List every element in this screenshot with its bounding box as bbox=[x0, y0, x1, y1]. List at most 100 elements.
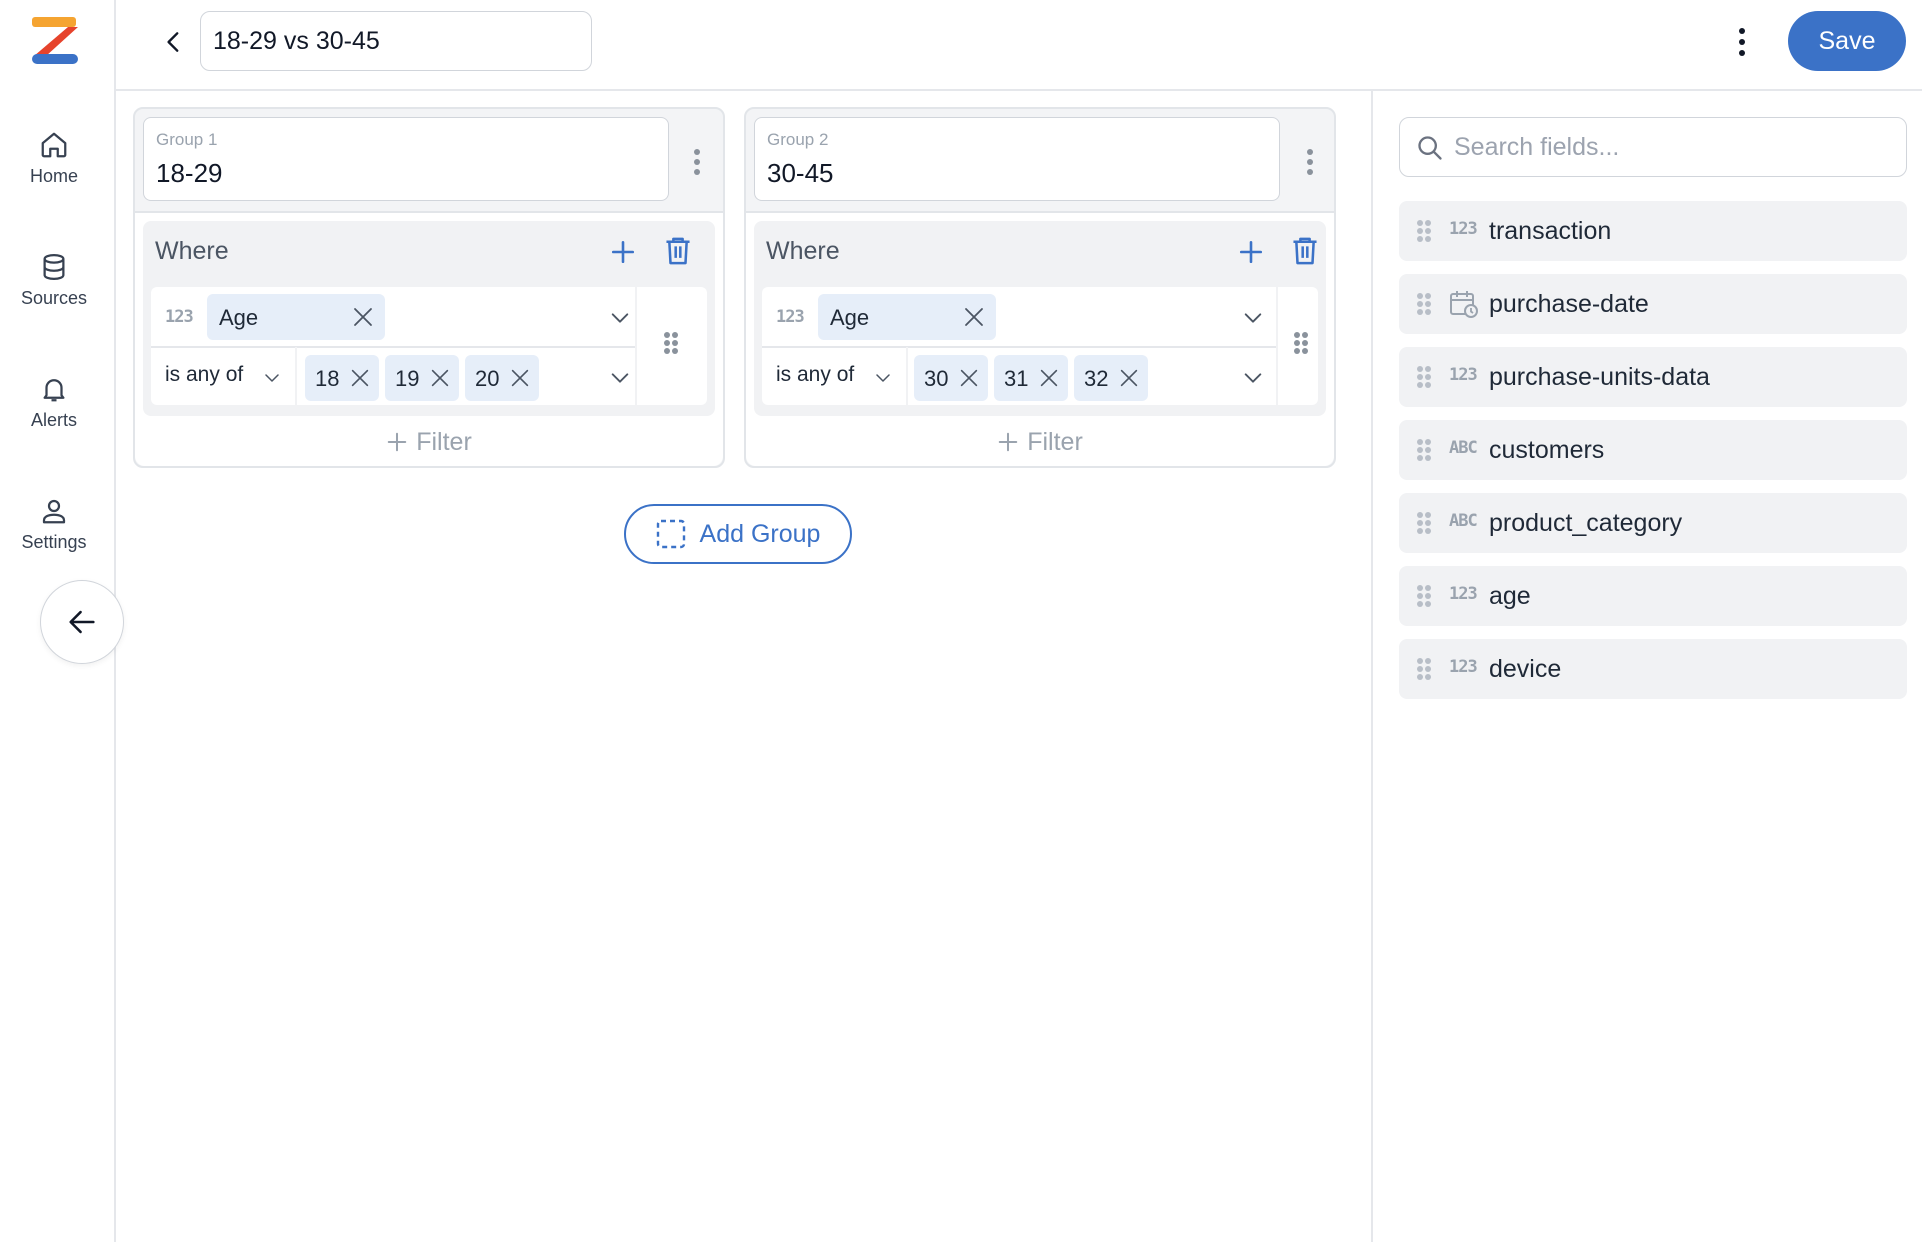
close-icon[interactable] bbox=[962, 305, 986, 329]
drag-handle-icon[interactable] bbox=[1417, 585, 1431, 607]
delete-condition-button[interactable] bbox=[1288, 233, 1322, 269]
drag-handle-icon[interactable] bbox=[1417, 220, 1431, 242]
value-chip-label: 31 bbox=[1004, 366, 1029, 391]
drag-handle-icon[interactable] bbox=[1417, 439, 1431, 461]
search-field[interactable] bbox=[1399, 117, 1907, 177]
field-name: device bbox=[1489, 655, 1562, 683]
drag-handle-icon[interactable] bbox=[1294, 332, 1308, 354]
divider bbox=[906, 347, 908, 405]
field-name: customers bbox=[1489, 436, 1605, 464]
add-condition-button[interactable] bbox=[606, 235, 640, 269]
close-icon[interactable] bbox=[349, 367, 371, 389]
nav-settings[interactable]: Settings bbox=[0, 496, 108, 553]
chevron-down-icon[interactable] bbox=[1242, 307, 1264, 329]
app-logo[interactable] bbox=[28, 14, 82, 68]
group-name[interactable]: 30-45 bbox=[767, 158, 834, 189]
nav-sources[interactable]: Sources bbox=[0, 252, 108, 309]
plus-icon bbox=[998, 432, 1018, 452]
close-icon[interactable] bbox=[351, 305, 375, 329]
operator-label: is any of bbox=[165, 363, 244, 386]
save-button[interactable]: Save bbox=[1788, 11, 1906, 71]
condition-row: 123 Age is any of 18 19 20 bbox=[151, 287, 707, 405]
field-item-age[interactable]: 123 age bbox=[1399, 566, 1907, 626]
field-item-transaction[interactable]: 123 transaction bbox=[1399, 201, 1907, 261]
where-label: Where bbox=[766, 237, 840, 265]
drag-handle-icon[interactable] bbox=[1417, 658, 1431, 680]
plus-icon bbox=[1239, 240, 1263, 264]
close-icon[interactable] bbox=[429, 367, 451, 389]
close-icon[interactable] bbox=[1118, 367, 1140, 389]
search-input[interactable] bbox=[1454, 132, 1874, 162]
field-chip: Age bbox=[818, 294, 996, 340]
chevron-down-icon[interactable] bbox=[609, 367, 631, 389]
filter-label: Filter bbox=[1027, 427, 1083, 456]
arrow-left-icon bbox=[69, 610, 95, 634]
field-name: transaction bbox=[1489, 217, 1612, 245]
chevron-left-icon bbox=[167, 32, 179, 52]
fields-panel: 123 transaction purchase-date 123 purcha… bbox=[1371, 91, 1922, 1242]
comparison-title-input[interactable] bbox=[200, 11, 592, 71]
close-icon[interactable] bbox=[958, 367, 980, 389]
collapse-sidebar-button[interactable] bbox=[40, 580, 124, 664]
nav-sources-label: Sources bbox=[20, 288, 88, 308]
drag-handle-icon[interactable] bbox=[1417, 366, 1431, 388]
field-name: purchase-date bbox=[1489, 290, 1649, 318]
operator-select[interactable]: is any of bbox=[151, 347, 295, 405]
group-menu-button[interactable] bbox=[1303, 147, 1317, 177]
field-item-purchase-date[interactable]: purchase-date bbox=[1399, 274, 1907, 334]
numeric-type-icon: 123 bbox=[1449, 219, 1478, 239]
group-body: Where 123 Age is any of bbox=[746, 211, 1334, 466]
user-icon bbox=[42, 499, 66, 524]
plus-icon bbox=[387, 432, 407, 452]
nav-alerts[interactable]: Alerts bbox=[0, 374, 108, 431]
header: Save bbox=[116, 0, 1922, 91]
group-name-field[interactable]: Group 1 18-29 bbox=[143, 117, 669, 201]
chevron-down-icon[interactable] bbox=[1242, 367, 1264, 389]
dashed-square-icon bbox=[656, 519, 685, 549]
chevron-down-icon bbox=[265, 374, 279, 382]
add-group-button[interactable]: Add Group bbox=[624, 504, 852, 564]
nav-home[interactable]: Home bbox=[0, 130, 108, 187]
back-button[interactable] bbox=[154, 22, 194, 62]
chevron-down-icon bbox=[876, 374, 890, 382]
add-filter-button[interactable]: Filter bbox=[746, 423, 1334, 461]
numeric-type-icon: 123 bbox=[1449, 365, 1478, 385]
search-icon bbox=[1418, 136, 1442, 160]
field-chip-label: Age bbox=[830, 305, 870, 330]
group-menu-button[interactable] bbox=[690, 147, 704, 177]
field-item-device[interactable]: 123 device bbox=[1399, 639, 1907, 699]
value-chip: 18 bbox=[305, 355, 379, 401]
trash-icon bbox=[1293, 237, 1317, 265]
value-chip: 32 bbox=[1074, 355, 1148, 401]
add-condition-button[interactable] bbox=[1234, 235, 1268, 269]
chevron-down-icon[interactable] bbox=[609, 307, 631, 329]
operator-select[interactable]: is any of bbox=[762, 347, 906, 405]
plus-icon bbox=[611, 240, 635, 264]
numeric-type-icon: 123 bbox=[165, 307, 194, 327]
close-icon[interactable] bbox=[509, 367, 531, 389]
home-icon bbox=[41, 132, 67, 158]
group-name-field[interactable]: Group 2 30-45 bbox=[754, 117, 1280, 201]
field-chip: Age bbox=[207, 294, 385, 340]
drag-handle-icon[interactable] bbox=[1417, 293, 1431, 315]
group-caption: Group 2 bbox=[767, 130, 829, 149]
drag-handle-icon[interactable] bbox=[1417, 512, 1431, 534]
field-item-product-category[interactable]: ABC product_category bbox=[1399, 493, 1907, 553]
value-chip-label: 19 bbox=[395, 366, 420, 391]
value-chip: 31 bbox=[994, 355, 1068, 401]
divider bbox=[295, 347, 297, 405]
group-card-2: Group 2 30-45 Where 123 Age is any of 30… bbox=[744, 107, 1336, 468]
field-item-purchase-units-data[interactable]: 123 purchase-units-data bbox=[1399, 347, 1907, 407]
delete-condition-button[interactable] bbox=[661, 233, 695, 269]
numeric-type-icon: 123 bbox=[1449, 657, 1478, 677]
nav-home-label: Home bbox=[29, 166, 78, 186]
more-options-button[interactable] bbox=[1732, 22, 1752, 62]
value-chip-label: 18 bbox=[315, 366, 340, 391]
group-name[interactable]: 18-29 bbox=[156, 158, 223, 189]
close-icon[interactable] bbox=[1038, 367, 1060, 389]
nav-alerts-label: Alerts bbox=[30, 410, 77, 430]
field-item-customers[interactable]: ABC customers bbox=[1399, 420, 1907, 480]
add-filter-button[interactable]: Filter bbox=[135, 423, 723, 461]
numeric-type-icon: 123 bbox=[776, 307, 805, 327]
drag-handle-icon[interactable] bbox=[664, 332, 678, 354]
